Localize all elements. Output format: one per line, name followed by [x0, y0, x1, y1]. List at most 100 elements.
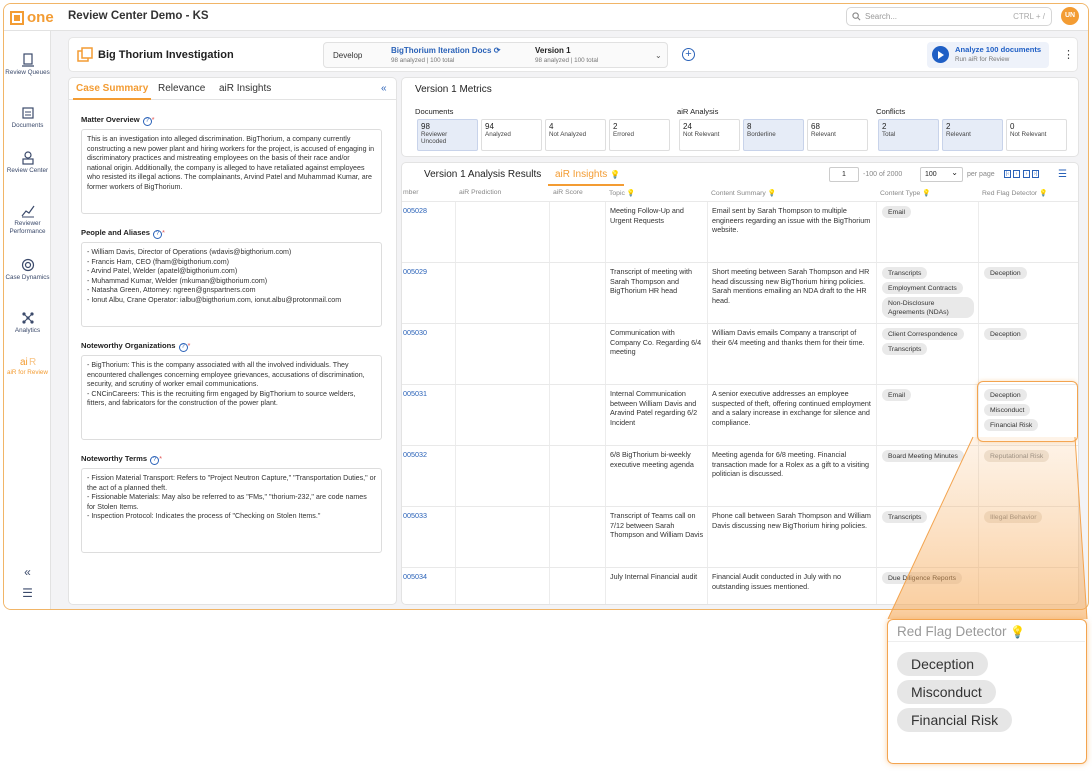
doc-id-link[interactable]: 005032	[403, 450, 427, 460]
help-icon[interactable]: ?	[178, 343, 188, 352]
content-type-chip[interactable]: Email	[882, 389, 911, 401]
content-type-chip[interactable]: Transcripts	[882, 343, 928, 355]
column-header[interactable]: mber	[403, 189, 419, 196]
table-row[interactable]: 005028 Meeting Follow-Up and Urgent Reque…	[402, 201, 1078, 262]
search-input[interactable]: Search... CTRL + /	[846, 7, 1052, 26]
target-icon	[21, 258, 34, 272]
table-row[interactable]: 005029 Transcript of meeting with Sarah T…	[402, 262, 1078, 323]
metric-card[interactable]: 4 Not Analyzed	[545, 119, 606, 151]
red-flag-chip[interactable]: Illegal Behavior	[984, 511, 1043, 523]
column-header[interactable]: Topic 💡	[609, 189, 635, 197]
docs-set-name: BigThorium Iteration Docs	[391, 46, 492, 55]
metric-card[interactable]: 98 Reviewer Uncoded	[417, 119, 478, 151]
content-type-chip[interactable]: Board Meeting Minutes	[882, 450, 964, 462]
text-line: - William Davis, Director of Operations …	[87, 248, 292, 256]
analyze-sub: Run aiR for Review	[955, 56, 1010, 63]
docs-set-link[interactable]: BigThorium Iteration Docs ⟳	[391, 46, 500, 55]
sidebar-item-analytics[interactable]: Analytics	[4, 311, 51, 335]
page-number-input[interactable]: 1	[829, 167, 859, 182]
first-page-button[interactable]: |‹	[1004, 170, 1011, 178]
metric-card[interactable]: 68 Relevant	[807, 119, 868, 151]
content-type-chip[interactable]: Transcripts	[882, 267, 928, 279]
text-line: This is an investigation into alleged di…	[87, 135, 375, 191]
doc-id-link[interactable]: 005029	[403, 267, 427, 277]
metric-card[interactable]: 2 Errored	[609, 119, 670, 151]
text-line: - Arvind Patel, Welder (apatel@bigthoriu…	[87, 267, 238, 276]
metric-card[interactable]: 2 Relevant	[942, 119, 1003, 151]
column-header[interactable]: aiR Score	[553, 189, 583, 196]
organizations-field[interactable]: - BigThorium: This is the company associ…	[81, 355, 382, 440]
sidebar-item-documents[interactable]: Documents	[4, 106, 51, 130]
analyze-button[interactable]: Analyze 100 documents Run aiR for Review	[927, 42, 1049, 68]
tab-air-insights-results[interactable]: aiR Insights 💡	[555, 169, 620, 180]
red-flag-chip[interactable]: Deception	[984, 328, 1027, 340]
prev-page-button[interactable]: ‹	[1013, 170, 1020, 178]
content-type-chip[interactable]: Due Diligence Reports	[882, 572, 963, 584]
summary-cell: William Davis emails Company a transcrip…	[712, 328, 865, 347]
content-type-chip[interactable]: Email	[882, 206, 911, 218]
table-row[interactable]: 005030 Communication with Company Co. Reg…	[402, 323, 1078, 384]
lightbulb-icon: 💡	[922, 190, 931, 197]
user-avatar[interactable]: UN	[1061, 7, 1079, 25]
app-logo[interactable]: one	[10, 9, 54, 26]
version-selector[interactable]: Develop BigThorium Iteration Docs ⟳ 98 a…	[323, 42, 668, 68]
sidebar-item-label: Analytics	[14, 327, 41, 334]
collapse-sidebar-icon[interactable]: «	[4, 566, 51, 578]
tab-case-summary[interactable]: Case Summary	[76, 83, 148, 94]
sidebar-item-air-for-review[interactable]: ai R aiR for Review	[4, 355, 51, 377]
refresh-icon[interactable]: ⟳	[494, 46, 501, 55]
help-icon[interactable]: ?	[152, 230, 162, 239]
section-title-people: People and Aliases? *	[81, 228, 165, 239]
terms-field[interactable]: - Fission Material Transport: Refers to …	[81, 468, 382, 553]
next-page-button[interactable]: ›	[1023, 170, 1030, 178]
help-icon[interactable]: ?	[150, 456, 160, 465]
table-row[interactable]: 005034 July Internal Financial audit Finan…	[402, 567, 1078, 604]
content-type-chip[interactable]: Transcripts	[882, 511, 928, 523]
doc-id-link[interactable]: 005033	[403, 511, 427, 521]
content-type-chip[interactable]: Employment Contracts	[882, 282, 963, 294]
metric-card[interactable]: 0 Not Relevant	[1006, 119, 1067, 151]
more-options-icon[interactable]: ⋮	[1063, 48, 1074, 61]
content-type-chip[interactable]: Client Correspondence	[882, 328, 964, 340]
sidebar-item-review-center[interactable]: Review Center	[4, 151, 51, 175]
tab-analysis-results[interactable]: Version 1 Analysis Results	[424, 169, 541, 180]
table-row[interactable]: 005033 Transcript of Teams call on 7/12 b…	[402, 506, 1078, 567]
column-header[interactable]: Content Summary 💡	[711, 189, 776, 197]
table-row[interactable]: 005032 6/8 BigThorium bi-weekly executive…	[402, 445, 1078, 506]
add-version-button[interactable]: +	[682, 48, 695, 61]
metrics-group-label: aiR Analysis	[677, 107, 719, 116]
column-header[interactable]: Content Type 💡	[880, 189, 931, 197]
page-size-select[interactable]: 100	[920, 167, 963, 182]
chevron-down-icon[interactable]: ⌄	[655, 51, 662, 60]
column-settings-icon[interactable]: ☰	[1058, 169, 1067, 180]
metric-card[interactable]: 8 Borderline	[743, 119, 804, 151]
metrics-group-label: Documents	[415, 107, 454, 116]
logo-icon	[10, 10, 24, 25]
sidebar-item-case-dynamics[interactable]: Case Dynamics	[4, 258, 51, 282]
content-type-chip[interactable]: Non-Disclosure Agreements (NDAs)	[882, 297, 974, 318]
doc-id-link[interactable]: 005028	[403, 206, 427, 216]
tab-relevance[interactable]: Relevance	[158, 83, 205, 94]
red-flag-cell: Deception	[984, 267, 1076, 282]
left-tabs: Case Summary Relevance aiR Insights «	[69, 78, 396, 100]
sidebar-item-review-queues[interactable]: Review Queues	[4, 53, 51, 77]
menu-icon[interactable]: ☰	[4, 587, 51, 599]
matter-overview-field[interactable]: This is an investigation into alleged di…	[81, 129, 382, 214]
doc-id-link[interactable]: 005030	[403, 328, 427, 338]
metric-card[interactable]: 24 Not Relevant	[679, 119, 740, 151]
column-header[interactable]: Red Flag Detector 💡	[982, 189, 1048, 197]
column-header[interactable]: aiR Prediction	[459, 189, 501, 196]
red-flag-chip[interactable]: Reputational Risk	[984, 450, 1050, 462]
last-page-button[interactable]: ›|	[1032, 170, 1039, 178]
metric-card[interactable]: 94 Analyzed	[481, 119, 542, 151]
metric-card[interactable]: 2 Total	[878, 119, 939, 151]
tab-air-insights[interactable]: aiR Insights	[219, 83, 271, 94]
doc-id-link[interactable]: 005034	[403, 572, 427, 582]
collapse-panel-icon[interactable]: «	[381, 83, 387, 94]
people-aliases-field[interactable]: - William Davis, Director of Operations …	[81, 242, 382, 327]
doc-id-link[interactable]: 005031	[403, 389, 427, 399]
sidebar-item-reviewer-performance[interactable]: Reviewer Performance	[4, 204, 51, 236]
red-flag-chip[interactable]: Deception	[984, 267, 1027, 279]
text-line: - Inspection Protocol: Indicates the pro…	[87, 512, 321, 521]
help-icon[interactable]: ?	[142, 117, 152, 126]
